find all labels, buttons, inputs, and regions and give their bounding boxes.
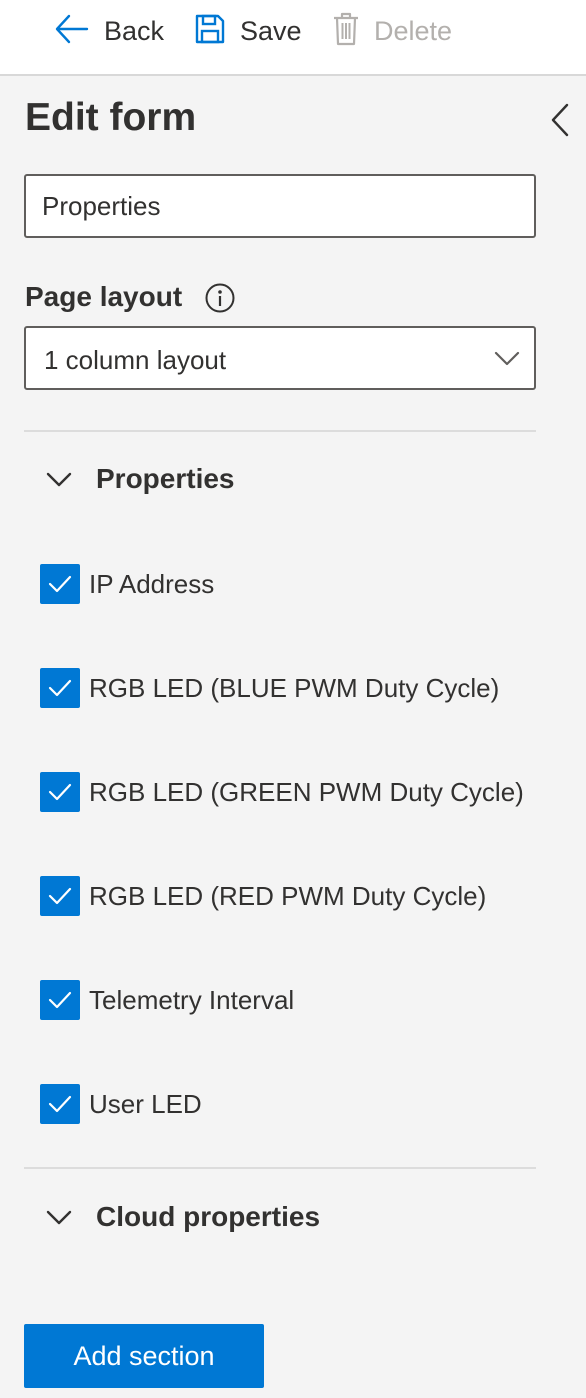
floppy-disk-icon <box>194 13 226 50</box>
trash-icon <box>332 12 360 51</box>
page-layout-dropdown[interactable]: 1 column layout <box>24 326 536 390</box>
property-checkbox-rgb-led-red[interactable]: RGB LED (RED PWM Duty Cycle) <box>40 876 486 916</box>
property-checkbox-rgb-led-blue[interactable]: RGB LED (BLUE PWM Duty Cycle) <box>40 668 499 708</box>
form-name-input[interactable] <box>24 174 536 238</box>
chevron-down-icon <box>44 464 74 494</box>
add-section-button[interactable]: Add section <box>24 1324 264 1388</box>
property-label: RGB LED (GREEN PWM Duty Cycle) <box>89 776 524 807</box>
property-checkbox-ip-address[interactable]: IP Address <box>40 564 214 604</box>
property-checkbox-telemetry-interval[interactable]: Telemetry Interval <box>40 980 294 1020</box>
page-layout-selected: 1 column layout <box>44 345 227 375</box>
save-button[interactable]: Save <box>194 10 302 52</box>
property-label: RGB LED (RED PWM Duty Cycle) <box>89 880 487 911</box>
command-bar: Back Save Delete <box>0 0 586 76</box>
chevron-down-icon <box>494 348 520 368</box>
property-label: User LED <box>89 1088 202 1119</box>
checkmark-icon <box>48 887 72 905</box>
property-label: IP Address <box>89 568 215 599</box>
save-label: Save <box>240 15 302 46</box>
delete-label: Delete <box>374 15 453 46</box>
property-label: RGB LED (BLUE PWM Duty Cycle) <box>89 672 500 703</box>
property-checkbox-rgb-led-green[interactable]: RGB LED (GREEN PWM Duty Cycle) <box>40 772 524 812</box>
chevron-down-icon <box>44 1202 74 1232</box>
checkmark-icon <box>48 1095 72 1113</box>
checkbox[interactable] <box>40 772 80 812</box>
info-icon[interactable] <box>205 283 235 313</box>
chevron-left-icon <box>548 103 572 142</box>
back-button[interactable]: Back <box>54 10 164 52</box>
checkbox[interactable] <box>40 564 80 604</box>
section-title: Properties <box>96 463 235 494</box>
checkmark-icon <box>48 991 72 1009</box>
back-label: Back <box>104 15 165 46</box>
panel-title: Edit form <box>25 96 197 139</box>
section-title: Cloud properties <box>96 1201 321 1232</box>
checkbox[interactable] <box>40 668 80 708</box>
checkmark-icon <box>48 679 72 697</box>
section-divider <box>24 1167 536 1169</box>
collapse-panel-button[interactable] <box>548 102 572 138</box>
section-header-cloud-properties[interactable]: Cloud properties <box>44 1201 320 1233</box>
property-checkbox-user-led[interactable]: User LED <box>40 1084 202 1124</box>
checkbox[interactable] <box>40 876 80 916</box>
checkbox[interactable] <box>40 1084 80 1124</box>
section-divider <box>24 430 536 432</box>
delete-button[interactable]: Delete <box>332 10 452 52</box>
page-layout-label: Page layout <box>25 281 183 312</box>
property-label: Telemetry Interval <box>89 984 295 1015</box>
checkbox[interactable] <box>40 980 80 1020</box>
checkmark-icon <box>48 575 72 593</box>
checkmark-icon <box>48 783 72 801</box>
section-header-properties[interactable]: Properties <box>44 463 235 495</box>
arrow-left-icon <box>54 11 90 52</box>
